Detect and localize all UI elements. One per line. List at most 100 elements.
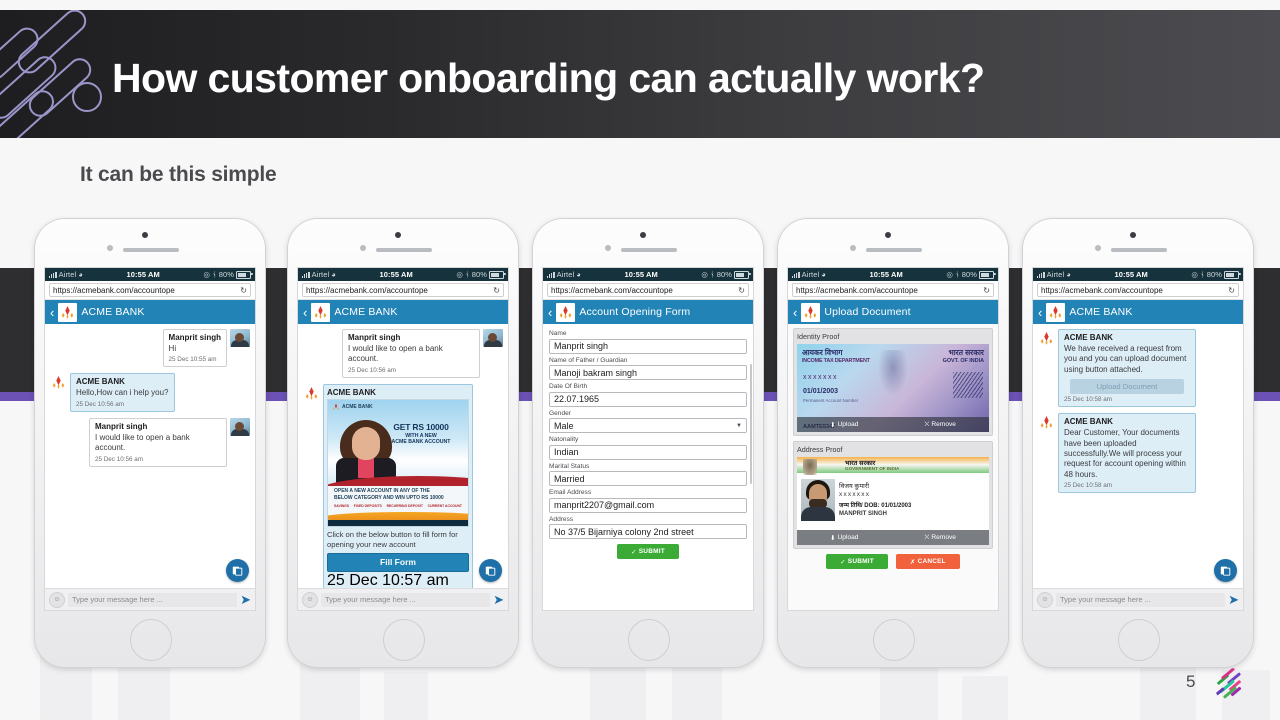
fill-form-button[interactable]: Fill Form xyxy=(327,552,469,572)
pan-hindi-dept: आयकर विभाग xyxy=(802,348,843,357)
message-bubble: ACME BANK We have received a request fro… xyxy=(1058,329,1196,408)
upload-button[interactable]: ⬇ Upload xyxy=(830,421,858,429)
rotation-lock-icon: ◎ xyxy=(1191,270,1199,279)
banner-category: FIXED DEPOSITS xyxy=(353,503,382,508)
banner-category: RECURRING DEPOSIT xyxy=(386,503,423,508)
url-input[interactable]: https://acmebank.com/accountope ↻ xyxy=(49,283,251,297)
home-button[interactable] xyxy=(383,619,425,661)
url-input[interactable]: https://acmebank.com/accountope ↻ xyxy=(792,283,994,297)
message-bubble: Manprit singh I would like to open a ban… xyxy=(342,329,480,378)
aadhaar-masked-number: xxxxxxx xyxy=(839,491,871,498)
submit-button[interactable]: ✓ SUBMIT xyxy=(617,544,679,559)
name-input[interactable]: Manprit singh xyxy=(549,338,747,354)
clock-label: 10:55 AM xyxy=(1114,270,1148,279)
reload-icon[interactable]: ↻ xyxy=(983,286,990,295)
chat-message: Manprit singh Hi 25 Dec 10:55 am xyxy=(50,329,250,368)
acme-diamond-logo-icon xyxy=(1038,329,1055,346)
field-label-name: Name xyxy=(549,330,567,337)
form-scrollbar[interactable] xyxy=(750,364,752,484)
email-field[interactable]: manprit2207@gmail.com xyxy=(549,497,747,513)
browser-url-bar[interactable]: https://acmebank.com/accountope ↻ xyxy=(298,281,508,300)
aadhaar-card-image: भारत सरकार GOVERNMENT OF INDIA विजय कुमा… xyxy=(797,457,989,545)
identity-proof-heading: Identity Proof xyxy=(797,332,840,341)
battery-icon xyxy=(489,270,506,279)
send-icon[interactable]: ➤ xyxy=(240,593,251,606)
app-bar: ‹ ACME BANK xyxy=(1033,300,1243,324)
browser-url-bar[interactable]: https://acmebank.com/accountope ↻ xyxy=(543,281,753,300)
browser-url-bar[interactable]: https://acmebank.com/accountope ↻ xyxy=(788,281,998,300)
url-input[interactable]: https://acmebank.com/accountope ↻ xyxy=(302,283,504,297)
upload-button[interactable]: ⬇ Upload xyxy=(830,534,858,542)
new-chat-icon[interactable] xyxy=(226,559,249,582)
home-button[interactable] xyxy=(873,619,915,661)
father-name-input[interactable]: Manoji bakram singh xyxy=(549,365,747,380)
emoji-icon[interactable]: ☺ xyxy=(302,591,318,608)
new-chat-icon[interactable] xyxy=(1214,559,1237,582)
emoji-icon[interactable]: ☺ xyxy=(49,591,65,608)
browser-url-bar[interactable]: https://acmebank.com/accountope ↻ xyxy=(45,281,255,300)
upload-document-button[interactable]: Upload Document xyxy=(1070,379,1184,395)
home-button[interactable] xyxy=(628,619,670,661)
signal-bars-icon xyxy=(792,271,800,278)
cancel-button[interactable]: ✗ CANCEL xyxy=(895,554,960,569)
gender-select[interactable]: Male ▼ xyxy=(549,418,747,433)
url-input[interactable]: https://acmebank.com/accountope ↻ xyxy=(547,283,749,297)
url-text: https://acmebank.com/accountope xyxy=(551,285,673,295)
name-value: Manprit singh xyxy=(554,341,609,351)
home-button[interactable] xyxy=(1118,619,1160,661)
gender-value: Male xyxy=(554,420,574,431)
browser-url-bar[interactable]: https://acmebank.com/accountope ↻ xyxy=(1033,281,1243,300)
back-chevron-icon[interactable]: ‹ xyxy=(303,306,307,319)
message-input[interactable]: Type your message here ... xyxy=(68,592,238,607)
new-chat-icon[interactable] xyxy=(479,559,502,582)
upload-button-label: Upload xyxy=(837,421,859,428)
submit-button[interactable]: ✓ SUBMIT xyxy=(826,554,888,569)
emoji-icon[interactable]: ☺ xyxy=(1037,591,1053,608)
send-icon[interactable]: ➤ xyxy=(493,593,504,606)
reload-icon[interactable]: ↻ xyxy=(493,286,500,295)
reload-icon[interactable]: ↻ xyxy=(1228,286,1235,295)
acme-diamond-logo-icon xyxy=(1046,302,1066,322)
send-icon[interactable]: ➤ xyxy=(1228,593,1239,606)
message-input[interactable]: Type your message here ... xyxy=(1056,592,1226,607)
message-time: 25 Dec 10:56 am xyxy=(348,366,396,374)
reload-icon[interactable]: ↻ xyxy=(240,286,247,295)
chat-message: ACME BANK Hello,How can i help you? 25 D… xyxy=(50,373,250,412)
carrier-label: Airtel xyxy=(58,270,77,279)
remove-button[interactable]: ⛌ Remove xyxy=(924,534,955,542)
remove-button[interactable]: ⛌ Remove xyxy=(924,421,955,429)
close-icon: ✗ xyxy=(909,558,916,566)
pan-card-image: आयकर विभाग भारत सरकार INCOME TAX DEPARTM… xyxy=(797,344,989,432)
bluetooth-icon: ᛀ xyxy=(465,270,470,279)
field-label-nationality: Natonality xyxy=(549,436,579,443)
nationality-input[interactable]: Indian xyxy=(549,444,747,460)
home-button[interactable] xyxy=(130,619,172,661)
remove-button-label: Remove xyxy=(931,421,956,428)
banner-sub2: ACME BANK ACCOUNT xyxy=(391,438,451,445)
battery-percent-label: 80% xyxy=(716,270,732,279)
url-input[interactable]: https://acmebank.com/accountope ↻ xyxy=(1037,283,1239,297)
chat-message: Manprit singh I would like to open a ban… xyxy=(50,417,250,467)
marital-status-input[interactable]: Married xyxy=(549,471,747,486)
app-bar-title: Account Opening Form xyxy=(579,306,691,318)
account-opening-form: Name Manprit singh Name of Father / Guar… xyxy=(543,324,753,610)
message-bubble: ACME BANK Dear Customer, Your documents … xyxy=(1058,413,1196,494)
address-input[interactable]: No 37/5 Bijarniya colony 2nd street xyxy=(549,524,747,539)
banner-headline-block: GET RS 10000 WITH A NEW ACME BANK ACCOUN… xyxy=(378,422,464,445)
back-chevron-icon[interactable]: ‹ xyxy=(548,306,552,319)
dob-input[interactable]: 22.07.1965 xyxy=(549,391,747,407)
message-text: Dear Customer, Your documents have been … xyxy=(1064,428,1186,479)
message-composer: ☺ Type your message here ... ➤ xyxy=(45,588,255,610)
message-sender: Manprit singh xyxy=(168,333,221,342)
message-input[interactable]: Type your message here ... xyxy=(321,592,491,607)
identity-proof-actions: ⬇ Upload ⛌ Remove xyxy=(797,417,989,432)
reload-icon[interactable]: ↻ xyxy=(738,286,745,295)
cancel-button-label: CANCEL xyxy=(917,558,946,565)
upload-icon: ⬇ xyxy=(830,421,836,429)
back-chevron-icon[interactable]: ‹ xyxy=(50,306,54,319)
back-chevron-icon[interactable]: ‹ xyxy=(1038,306,1042,319)
front-camera-icon xyxy=(395,232,401,238)
speaker-grill xyxy=(376,248,432,252)
back-chevron-icon[interactable]: ‹ xyxy=(793,306,797,319)
battery-icon xyxy=(1224,270,1241,279)
